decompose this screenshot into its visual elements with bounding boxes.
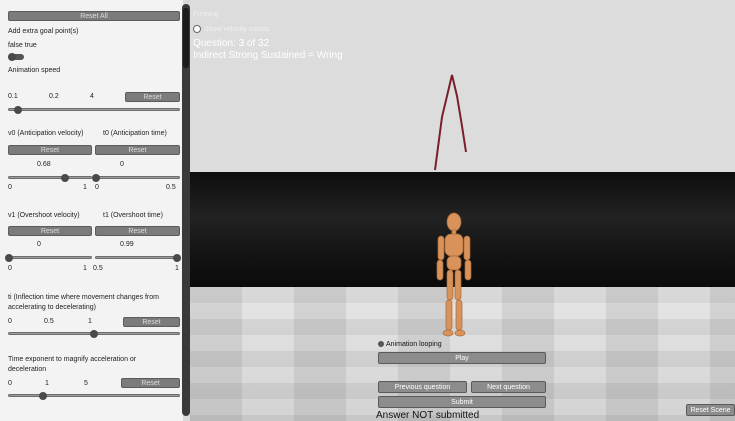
mannequin-right-thigh	[454, 269, 462, 301]
show-velocity-label: Show velocity curves	[204, 25, 270, 33]
ti-tick-max: 1	[88, 318, 92, 325]
time-exp-label-line2: deceleration	[8, 366, 47, 373]
play-button[interactable]: Play	[378, 352, 546, 364]
time-exp-tick-min: 0	[8, 380, 12, 387]
extra-goal-label: Add extra goal point(s)	[8, 28, 79, 35]
animation-looping-label: Animation looping	[386, 341, 442, 348]
t1-label: t1 (Overshoot time)	[103, 212, 163, 219]
v0-max: 1	[83, 184, 87, 191]
mannequin-torso	[444, 233, 464, 257]
time-exp-reset-button[interactable]: Reset	[121, 378, 180, 388]
question-counter: Question: 3 of 32	[193, 38, 270, 49]
ti-knob[interactable]	[90, 330, 98, 338]
v0-min: 0	[8, 184, 12, 191]
toggle-knob[interactable]	[8, 53, 16, 61]
anim-speed-reset-button[interactable]: Reset	[125, 92, 180, 102]
ti-slider[interactable]	[8, 330, 180, 338]
velocity-curve-line	[434, 74, 467, 171]
t0-slider[interactable]	[92, 174, 180, 182]
v1-knob[interactable]	[5, 254, 13, 262]
time-exp-tick-mid: 1	[45, 380, 49, 387]
v0-slider[interactable]	[8, 174, 92, 182]
show-velocity-toggle[interactable]: Show velocity curves	[193, 25, 269, 33]
mannequin-left-forearm	[436, 259, 444, 281]
t1-value: 0.99	[120, 241, 134, 248]
t1-min: 0.5	[93, 265, 103, 272]
animation-looping-toggle[interactable]: Animation looping	[378, 341, 442, 348]
anim-speed-label: Animation speed	[8, 67, 61, 74]
submission-status: Answer NOT submitted	[376, 410, 480, 421]
v1-slider[interactable]	[5, 254, 92, 262]
previous-question-button[interactable]: Previous question	[378, 381, 467, 393]
mannequin-left-shin	[445, 299, 453, 331]
v1-value: 0	[37, 241, 41, 248]
reset-all-button[interactable]: Reset All	[8, 11, 180, 21]
t0-value: 0	[120, 161, 124, 168]
scene-viewport[interactable]: Forming Show velocity curves Question: 3…	[190, 0, 735, 421]
control-panel: Reset All Add extra goal point(s) false …	[0, 0, 183, 421]
v1-min: 0	[8, 265, 12, 272]
t1-knob[interactable]	[173, 254, 182, 262]
ti-reset-button[interactable]: Reset	[123, 317, 180, 327]
mode-label: Forming	[193, 11, 219, 18]
ti-label-line2: accelerating to decelerating)	[8, 304, 96, 311]
mannequin-right-shin	[455, 299, 463, 331]
panel-scrollbar-thumb[interactable]	[183, 8, 189, 68]
time-exp-label-line1: Time exponent to magnify acceleration or	[8, 356, 137, 363]
ti-tick-mid: 0.5	[44, 318, 54, 325]
t0-reset-button[interactable]: Reset	[95, 145, 180, 155]
ti-tick-min: 0	[8, 318, 12, 325]
anim-speed-tick-max: 4	[90, 93, 94, 100]
mannequin-left-upper-arm	[437, 235, 445, 261]
time-exp-slider[interactable]	[8, 392, 180, 400]
mannequin-right-foot	[454, 329, 466, 337]
mannequin-right-forearm	[464, 259, 472, 281]
t1-slider[interactable]	[95, 254, 182, 262]
submit-button[interactable]: Submit	[378, 396, 546, 408]
anim-speed-tick-min: 0.1	[8, 93, 18, 100]
panel-scrollbar[interactable]	[182, 4, 190, 416]
v0-reset-button[interactable]: Reset	[8, 145, 92, 155]
time-exp-knob[interactable]	[39, 392, 47, 400]
t0-min: 0	[95, 184, 99, 191]
show-velocity-radio-icon[interactable]	[193, 25, 201, 33]
mannequin-head	[446, 212, 462, 232]
v1-label: v1 (Overshoot velocity)	[8, 212, 80, 219]
t1-reset-button[interactable]: Reset	[95, 226, 180, 236]
anim-speed-knob[interactable]	[13, 106, 22, 114]
extra-goal-toggle[interactable]	[8, 53, 24, 61]
v0-label: v0 (Anticipation velocity)	[8, 130, 84, 137]
v1-reset-button[interactable]: Reset	[8, 226, 92, 236]
v1-max: 1	[83, 265, 87, 272]
mannequin-right-upper-arm	[463, 235, 471, 261]
time-exp-tick-max: 5	[84, 380, 88, 387]
v0-knob[interactable]	[60, 174, 69, 182]
t0-max: 0.5	[166, 184, 176, 191]
reset-scene-button[interactable]: Reset Scene	[686, 404, 735, 416]
mannequin-hips	[446, 255, 462, 271]
ti-label-line1: ti (Inflection time where movement chang…	[8, 294, 159, 301]
t1-max: 1	[175, 265, 179, 272]
anim-speed-tick-mid: 0.2	[49, 93, 59, 100]
v0-value: 0.68	[37, 161, 51, 168]
mannequin-figure	[436, 212, 472, 337]
answer-label: Indirect Strong Sustained = Wring	[193, 50, 343, 61]
next-question-button[interactable]: Next question	[471, 381, 546, 393]
t0-knob[interactable]	[92, 174, 100, 182]
false-true-label: false true	[8, 42, 37, 49]
t0-label: t0 (Anticipation time)	[103, 130, 167, 137]
mannequin-left-foot	[442, 329, 454, 337]
mannequin-left-thigh	[446, 269, 454, 301]
anim-speed-slider[interactable]	[8, 106, 180, 114]
animation-looping-radio-icon[interactable]	[378, 341, 384, 348]
